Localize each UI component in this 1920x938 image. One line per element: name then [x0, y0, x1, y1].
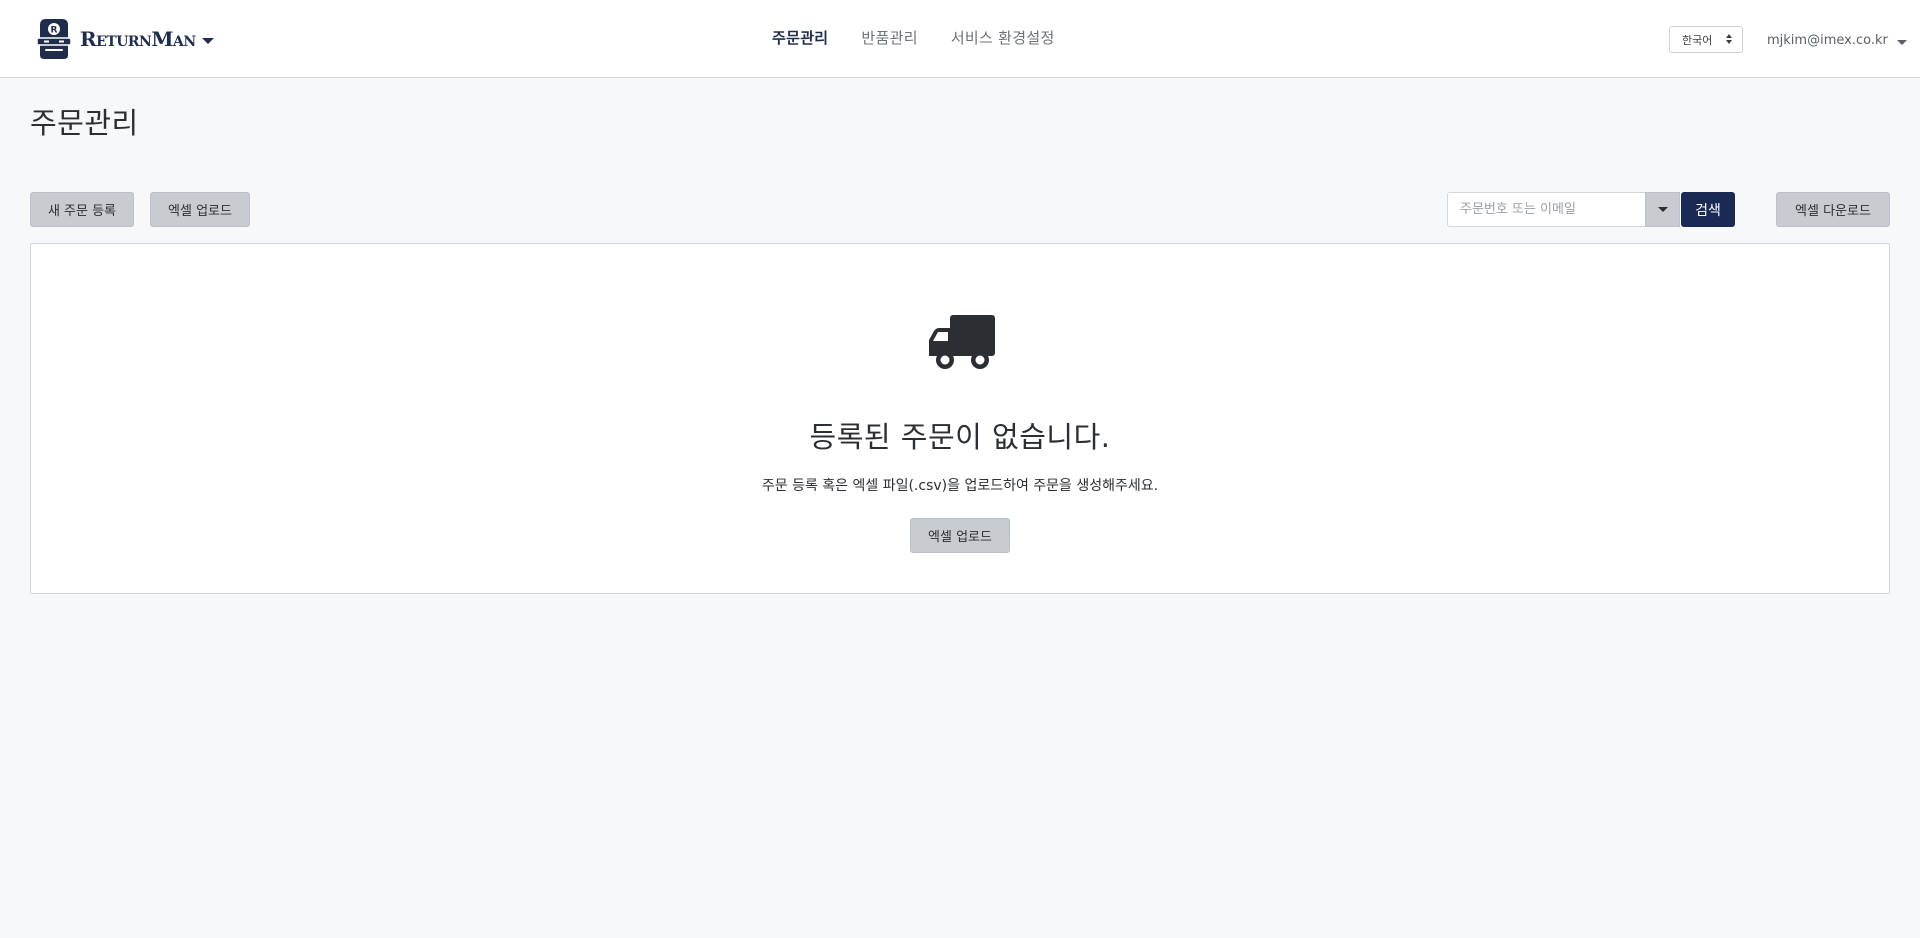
new-order-button[interactable]: 새 주문 등록: [30, 192, 134, 227]
chevron-down-icon: [1657, 207, 1668, 212]
brand-menu[interactable]: R ReturnMan: [36, 17, 214, 61]
search-input[interactable]: [1447, 192, 1645, 227]
user-email: mjkim@imex.co.kr: [1767, 33, 1888, 48]
nav-item-return-management[interactable]: 반품관리: [861, 27, 917, 48]
language-select-value: 한국어: [1682, 33, 1713, 47]
excel-upload-center-button[interactable]: 엑셀 업로드: [910, 518, 1010, 553]
search-filter-dropdown[interactable]: [1645, 192, 1680, 227]
order-search-group: 검색: [1447, 192, 1735, 227]
excel-download-button[interactable]: 엑셀 다운로드: [1776, 192, 1890, 227]
empty-state-title: 등록된 주문이 없습니다.: [809, 420, 1111, 454]
chevron-down-icon: [1896, 39, 1907, 45]
top-navigation-bar: R ReturnMan 주문관리 반품관리 서비스 환경설정 한국어 mjkim…: [0, 0, 1920, 78]
truck-icon: [929, 315, 995, 369]
returnman-logo-icon: R: [36, 19, 72, 59]
main-navigation: 주문관리 반품관리 서비스 환경설정: [772, 27, 1055, 48]
nav-item-service-settings[interactable]: 서비스 환경설정: [951, 27, 1055, 48]
empty-state-description: 주문 등록 혹은 엑셀 파일(.csv)을 업로드하여 주문을 생성해주세요.: [761, 478, 1159, 494]
search-button[interactable]: 검색: [1681, 192, 1735, 227]
chevron-down-icon: [201, 38, 214, 44]
page-title: 주문관리: [30, 106, 139, 140]
brand-name: ReturnMan: [80, 27, 196, 51]
empty-orders-panel: 등록된 주문이 없습니다. 주문 등록 혹은 엑셀 파일(.csv)을 업로드하…: [30, 243, 1890, 594]
language-select[interactable]: 한국어: [1669, 26, 1743, 53]
sort-arrows-icon: [1726, 34, 1732, 44]
user-account-menu[interactable]: mjkim@imex.co.kr: [1767, 33, 1907, 48]
nav-item-order-management[interactable]: 주문관리: [772, 27, 828, 48]
logo-letter: R: [51, 26, 58, 36]
excel-upload-button[interactable]: 엑셀 업로드: [150, 192, 250, 227]
